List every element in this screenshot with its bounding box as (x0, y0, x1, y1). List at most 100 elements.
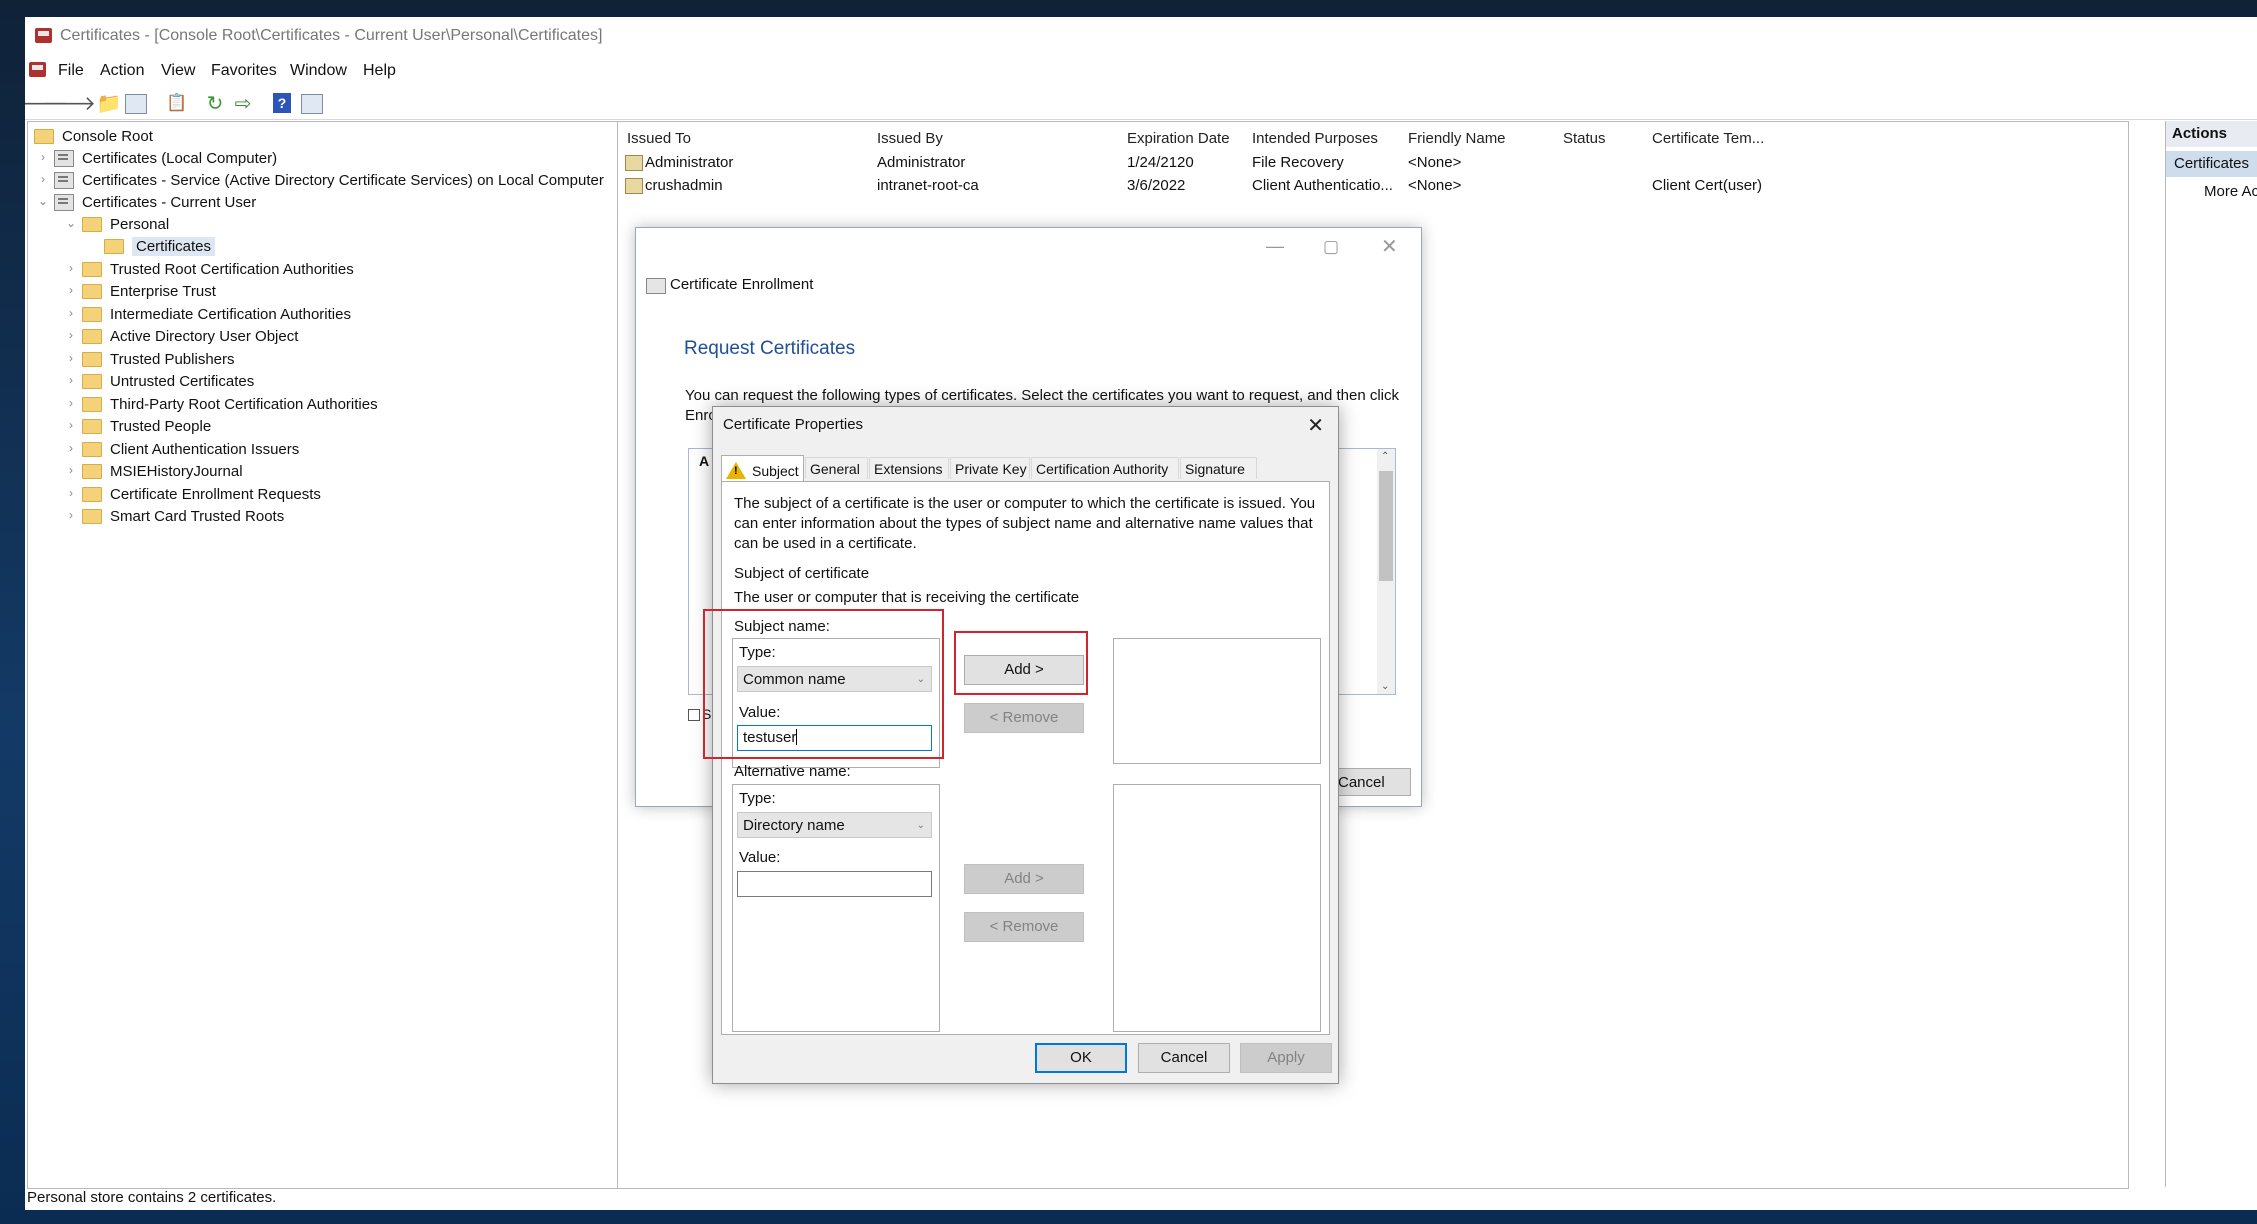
close-icon[interactable]: ✕ (1307, 413, 1324, 438)
folder-icon (82, 463, 102, 479)
subject-description: The subject of a certificate is the user… (734, 495, 1316, 552)
status-bar: Personal store contains 2 certificates. (27, 1189, 277, 1206)
chevron-right-icon[interactable]: › (64, 508, 78, 522)
tree-store[interactable]: Active Directory User Object (82, 325, 298, 347)
tree-store[interactable]: Smart Card Trusted Roots (82, 505, 284, 527)
chevron-right-icon[interactable]: › (64, 328, 78, 342)
scrollbar-thumb[interactable] (1379, 471, 1393, 581)
up-folder-icon[interactable]: 📁 (97, 91, 122, 115)
tab-signature[interactable]: Signature (1180, 457, 1257, 479)
table-cell[interactable]: crushadmin (645, 177, 723, 194)
console-menu-icon[interactable] (29, 62, 46, 77)
tree-store[interactable]: Intermediate Certification Authorities (82, 303, 351, 325)
subject-value-input[interactable]: testuser (737, 725, 932, 751)
chevron-right-icon[interactable]: › (64, 306, 78, 320)
close-icon[interactable]: ✕ (1381, 234, 1398, 259)
chevron-down-icon[interactable]: ⌄ (36, 194, 50, 208)
subject-add-button[interactable]: Add > (964, 655, 1084, 685)
chevron-right-icon[interactable]: › (64, 373, 78, 387)
tab-certification-authority[interactable]: Certification Authority (1031, 457, 1179, 479)
tree-store[interactable]: Trusted People (82, 415, 211, 437)
alt-remove-button[interactable]: < Remove (964, 912, 1084, 942)
column-issued-by[interactable]: Issued By (877, 130, 943, 147)
menu-bar: File Action View Favorites Window Help (25, 57, 2257, 85)
subject-remove-button[interactable]: < Remove (964, 703, 1084, 733)
subject-type-dropdown[interactable]: Common name ⌄ (737, 666, 932, 692)
refresh-icon[interactable]: ↻ (203, 91, 227, 115)
tab-extensions[interactable]: Extensions (869, 457, 949, 479)
actions-section-certificates[interactable]: Certificates (2166, 151, 2257, 177)
warning-icon (726, 462, 746, 479)
tree-store[interactable]: Certificate Enrollment Requests (82, 483, 321, 505)
tree-store[interactable]: Trusted Root Certification Authorities (82, 258, 354, 280)
clipboard-icon[interactable]: 📋 (165, 91, 189, 115)
tree-store[interactable]: MSIEHistoryJournal (82, 460, 243, 482)
chevron-right-icon[interactable]: › (64, 351, 78, 365)
request-certificates-heading: Request Certificates (684, 338, 856, 359)
subject-values-list[interactable] (1113, 638, 1321, 764)
tree-service[interactable]: Certificates - Service (Active Directory… (54, 169, 604, 191)
more-actions-link[interactable]: More Ac (2204, 183, 2257, 200)
menu-window[interactable]: Window (290, 62, 347, 80)
tree-store[interactable]: Client Authentication Issuers (82, 438, 299, 460)
show-all-checkbox[interactable] (688, 709, 700, 721)
menu-action[interactable]: Action (100, 62, 144, 80)
menu-favorites[interactable]: Favorites (211, 62, 277, 80)
scroll-down-icon[interactable]: ⌄ (1381, 681, 1389, 692)
alternative-values-list[interactable] (1113, 784, 1321, 1032)
alt-type-dropdown[interactable]: Directory name ⌄ (737, 812, 932, 838)
chevron-down-icon[interactable]: ⌄ (64, 216, 78, 230)
scroll-up-icon[interactable]: ⌃ (1381, 451, 1389, 462)
column-issued-to[interactable]: Issued To (627, 130, 691, 147)
tree-store[interactable]: Untrusted Certificates (82, 370, 254, 392)
minimize-icon[interactable]: — (1266, 236, 1284, 257)
chevron-right-icon[interactable]: › (64, 418, 78, 432)
chevron-right-icon[interactable]: › (64, 283, 78, 297)
vertical-scrollbar[interactable]: ⌃ ⌄ (1377, 449, 1395, 694)
tree-personal-certificates[interactable]: Certificates (104, 235, 216, 257)
column-friendly-name[interactable]: Friendly Name (1408, 130, 1506, 147)
help-icon[interactable]: ? (273, 93, 291, 113)
tree-store[interactable]: Trusted Publishers (82, 348, 235, 370)
tree-personal[interactable]: Personal (82, 213, 169, 235)
tab-subject[interactable]: Subject (721, 455, 804, 481)
maximize-icon[interactable]: ▢ (1323, 237, 1339, 257)
table-cell[interactable]: Administrator (645, 154, 733, 171)
certificate-icon (625, 178, 643, 194)
ok-button[interactable]: OK (1035, 1043, 1127, 1073)
title-bar: Certificates - [Console Root\Certificate… (25, 17, 2257, 57)
chevron-right-icon[interactable]: › (64, 486, 78, 500)
forward-arrow-icon[interactable]: 🡒 (42, 91, 96, 115)
chevron-right-icon[interactable]: › (64, 261, 78, 275)
apply-button[interactable]: Apply (1240, 1043, 1332, 1073)
tree-current-user[interactable]: Certificates - Current User (54, 191, 256, 213)
chevron-right-icon[interactable]: › (36, 150, 50, 164)
column-status[interactable]: Status (1563, 130, 1606, 147)
column-certificate-template[interactable]: Certificate Tem... (1652, 130, 1764, 147)
tree-store[interactable]: Enterprise Trust (82, 280, 216, 302)
certificate-store-icon (54, 171, 74, 189)
column-intended-purposes[interactable]: Intended Purposes (1252, 130, 1378, 147)
menu-view[interactable]: View (161, 62, 195, 80)
chevron-down-icon: ⌄ (916, 820, 925, 831)
properties-icon[interactable] (301, 94, 323, 114)
cancel-button[interactable]: Cancel (1138, 1043, 1230, 1073)
tab-private-key[interactable]: Private Key (950, 457, 1030, 479)
tree-store[interactable]: Third-Party Root Certification Authoriti… (82, 393, 378, 415)
enrollment-cancel-button[interactable]: Cancel (1331, 768, 1411, 796)
tree-console-root[interactable]: Console Root (34, 125, 153, 147)
alt-value-input[interactable] (737, 871, 932, 897)
export-list-icon[interactable]: ⇨ (231, 91, 255, 115)
alt-add-button[interactable]: Add > (964, 864, 1084, 894)
column-expiration-date[interactable]: Expiration Date (1127, 130, 1230, 147)
chevron-right-icon[interactable]: › (64, 463, 78, 477)
chevron-right-icon[interactable]: › (36, 172, 50, 186)
menu-help[interactable]: Help (363, 62, 396, 80)
actions-pane: Actions Certificates More Ac (2165, 121, 2257, 1187)
chevron-right-icon[interactable]: › (64, 441, 78, 455)
menu-file[interactable]: File (58, 62, 84, 80)
chevron-right-icon[interactable]: › (64, 396, 78, 410)
show-hide-tree-icon[interactable] (125, 94, 147, 114)
tree-local-computer[interactable]: Certificates (Local Computer) (54, 147, 277, 169)
tab-general[interactable]: General (805, 457, 868, 479)
